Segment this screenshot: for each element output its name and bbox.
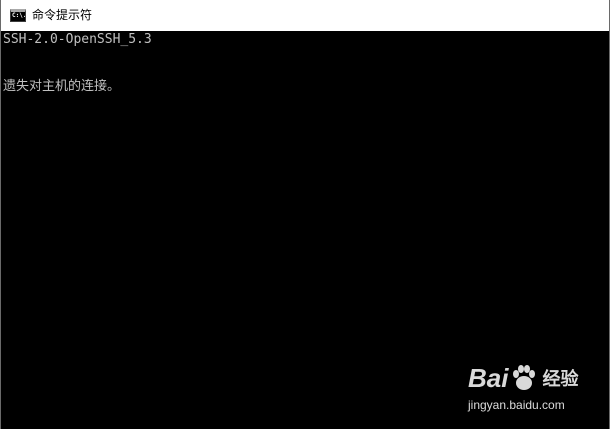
console-output[interactable]: SSH-2.0-OpenSSH_5.3 遗失对主机的连接。 — [1, 31, 609, 429]
console-line: SSH-2.0-OpenSSH_5.3 — [3, 32, 152, 47]
window-title: 命令提示符 — [32, 8, 93, 22]
title-bar[interactable]: C:\. 命令提示符 — [1, 0, 609, 31]
cmd-icon[interactable]: C:\. — [10, 9, 26, 22]
command-prompt-window: C:\. 命令提示符 SSH-2.0-OpenSSH_5.3 遗失对主机的连接。 — [0, 0, 610, 429]
console-line: 遗失对主机的连接。 — [3, 79, 121, 94]
